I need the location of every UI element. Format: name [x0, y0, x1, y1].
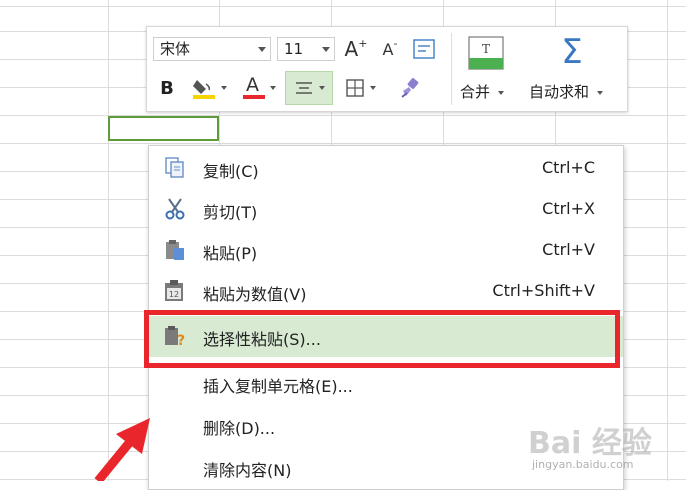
- chevron-down-icon: [370, 86, 376, 90]
- menu-item-label: 粘贴(P): [203, 244, 258, 263]
- chevron-down-icon: [221, 86, 227, 90]
- merge-dropdown[interactable]: 合并: [460, 81, 504, 102]
- watermark: Bai 经验 jingyan.baidu.com: [528, 410, 678, 478]
- merge-label: 合并: [460, 83, 491, 101]
- autosum-label: 自动求和: [529, 83, 590, 101]
- svg-text:T: T: [482, 42, 490, 56]
- superscript-plus-icon: +: [358, 36, 368, 50]
- copy-icon: [165, 157, 184, 178]
- format-painter-button[interactable]: [395, 75, 425, 101]
- superscript-minus-icon: -: [393, 36, 398, 50]
- borders-icon: [346, 79, 364, 97]
- merge-icon-button[interactable]: T: [467, 35, 505, 71]
- scissors-icon: [165, 198, 185, 220]
- paint-bucket-icon: [193, 80, 215, 99]
- menu-item-copy[interactable]: 复制(C) Ctrl+C: [149, 148, 623, 189]
- sigma-icon: Σ: [561, 32, 583, 72]
- paste-values-badge: 12: [169, 290, 179, 299]
- format-painter-icon: [401, 78, 419, 98]
- menu-item-shortcut: Ctrl+C: [541, 158, 595, 177]
- chevron-down-icon: [596, 90, 603, 95]
- chevron-down-icon: [497, 90, 504, 95]
- menu-item-shortcut: Ctrl+Shift+V: [492, 281, 595, 300]
- active-cell[interactable]: [108, 116, 219, 141]
- watermark-text: Bai 经验: [528, 426, 652, 461]
- menu-item-shortcut: Ctrl+V: [542, 240, 595, 259]
- font-name-value: 宋体: [160, 40, 191, 58]
- font-color-label: A: [246, 74, 259, 96]
- bold-label: B: [160, 77, 174, 99]
- borders-button[interactable]: [339, 75, 383, 101]
- watermark-url: jingyan.baidu.com: [532, 458, 634, 471]
- font-color-icon: A: [242, 74, 266, 100]
- menu-item-label: 插入复制单元格(E)...: [203, 377, 353, 396]
- fill-color-button[interactable]: [187, 75, 231, 101]
- toolbar-separator: [451, 33, 452, 105]
- font-color-button[interactable]: A: [237, 74, 281, 101]
- menu-item-label: 删除(D)...: [203, 419, 276, 438]
- merge-cells-icon: T: [468, 36, 504, 70]
- menu-item-paste[interactable]: 粘贴(P) Ctrl+V: [149, 230, 623, 271]
- increase-font-label: A: [344, 37, 359, 61]
- menu-item-shortcut: Ctrl+X: [542, 199, 595, 218]
- paste-values-icon: 12: [165, 280, 183, 301]
- chevron-down-icon: [258, 47, 266, 52]
- font-color-swatch: [243, 95, 265, 99]
- menu-item-label: 粘贴为数值(V): [203, 285, 307, 304]
- autosum-icon-button[interactable]: Σ: [552, 33, 592, 71]
- align-center-button[interactable]: [285, 71, 333, 105]
- menu-item-insert-copied-cells[interactable]: 插入复制单元格(E)...: [149, 363, 623, 404]
- increase-font-button[interactable]: A +: [341, 35, 371, 63]
- align-center-icon: [295, 82, 312, 94]
- chevron-down-icon: [318, 86, 325, 90]
- menu-item-label: 剪切(T): [203, 203, 258, 222]
- menu-item-label: 复制(C): [203, 162, 259, 181]
- decrease-font-button[interactable]: A -: [375, 35, 405, 63]
- annotation-highlight-box: [144, 310, 620, 368]
- annotation-arrow-icon: [94, 418, 150, 481]
- chevron-down-icon: [270, 86, 276, 90]
- text-wrap-icon: [413, 39, 435, 59]
- bold-button[interactable]: B: [155, 75, 179, 101]
- font-name-select[interactable]: 宋体: [153, 37, 271, 61]
- text-wrap-button[interactable]: [411, 36, 437, 62]
- chevron-down-icon: [322, 47, 330, 52]
- menu-item-cut[interactable]: 剪切(T) Ctrl+X: [149, 189, 623, 230]
- menu-item-label: 清除内容(N): [203, 461, 292, 480]
- mini-toolbar: 宋体 11 A + A - B A T 合并 Σ 自动求和: [146, 26, 628, 112]
- font-size-value: 11: [284, 40, 304, 58]
- autosum-dropdown[interactable]: 自动求和: [529, 81, 603, 102]
- paste-icon: [166, 240, 184, 260]
- menu-item-paste-values[interactable]: 12 粘贴为数值(V) Ctrl+Shift+V: [149, 271, 623, 312]
- font-size-select[interactable]: 11: [277, 37, 335, 61]
- decrease-font-label: A: [382, 39, 394, 59]
